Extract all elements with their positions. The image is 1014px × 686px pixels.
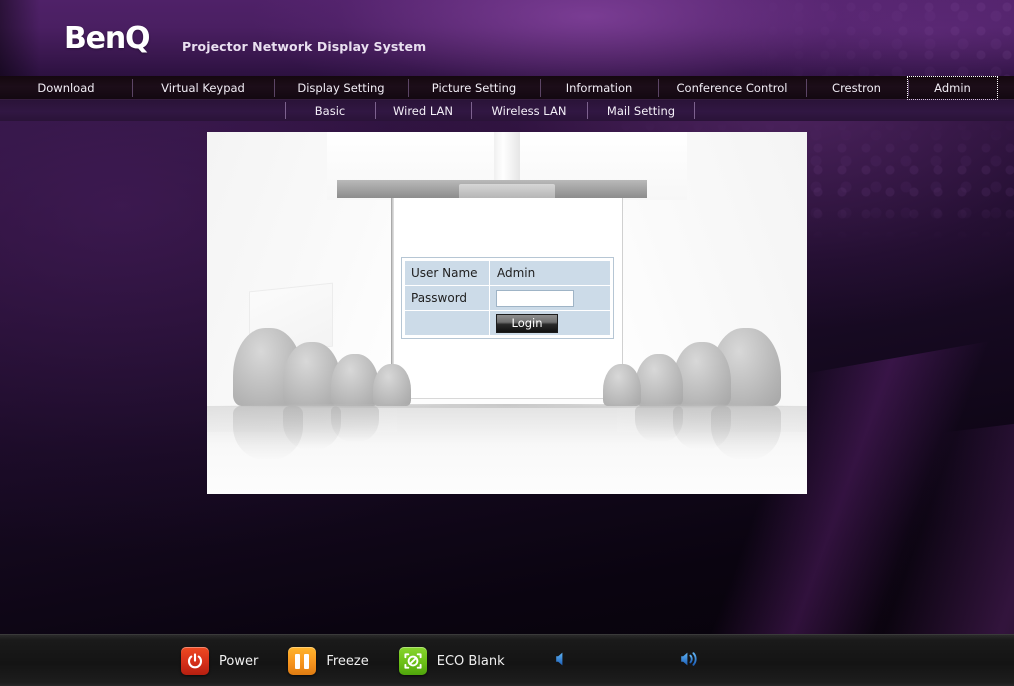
login-button[interactable]: Login — [496, 313, 558, 333]
benq-logo: BenQ — [64, 21, 150, 56]
table-row: Password — [404, 285, 611, 311]
subtab-basic[interactable]: Basic — [285, 100, 375, 121]
tab-admin[interactable]: Admin — [907, 76, 998, 100]
password-input[interactable] — [496, 289, 574, 307]
tab-conference-control[interactable]: Conference Control — [658, 76, 806, 100]
sub-tab-spacer — [0, 100, 285, 121]
eco-blank-icon — [398, 647, 427, 675]
power-button[interactable]: Power — [181, 647, 258, 675]
content-panel: User Name Admin Password Login — [207, 132, 807, 494]
chair — [603, 364, 641, 406]
tab-crestron[interactable]: Crestron — [806, 76, 907, 100]
bottom-control-bar: Power Freeze ECO Blank — [0, 634, 1014, 686]
chair — [373, 364, 411, 406]
chair — [635, 354, 683, 406]
tab-virtual-keypad[interactable]: Virtual Keypad — [132, 76, 274, 100]
volume-up-icon — [678, 649, 706, 674]
freeze-button[interactable]: Freeze — [288, 647, 369, 675]
password-cell — [489, 285, 611, 311]
subtab-mail-setting[interactable]: Mail Setting — [587, 100, 695, 121]
eco-blank-button[interactable]: ECO Blank — [398, 647, 505, 675]
tab-download[interactable]: Download — [0, 76, 132, 100]
main-tab-bar: Download Virtual Keypad Display Setting … — [0, 76, 1014, 100]
table-reflection — [207, 406, 807, 494]
login-button-cell: Login — [489, 310, 611, 336]
banner-left-shade — [0, 0, 40, 76]
freeze-label: Freeze — [326, 653, 369, 669]
table-row: User Name Admin — [404, 260, 611, 286]
subtab-wireless-lan[interactable]: Wireless LAN — [471, 100, 587, 121]
tab-picture-setting[interactable]: Picture Setting — [408, 76, 540, 100]
projector-web-page: BenQ Projector Network Display System Do… — [0, 0, 1014, 686]
power-icon — [181, 647, 209, 675]
sub-tab-bar: Basic Wired LAN Wireless LAN Mail Settin… — [0, 100, 1014, 121]
login-form: User Name Admin Password Login — [401, 257, 614, 339]
chair-reflection — [331, 406, 379, 442]
power-label: Power — [219, 653, 259, 669]
eco-blank-label: ECO Blank — [436, 653, 505, 669]
tab-display-setting[interactable]: Display Setting — [274, 76, 408, 100]
tab-information[interactable]: Information — [540, 76, 658, 100]
pause-icon — [288, 647, 317, 675]
subtab-wired-lan[interactable]: Wired LAN — [375, 100, 471, 121]
empty-cell — [404, 310, 490, 336]
username-value: Admin — [489, 260, 611, 286]
page-title: Projector Network Display System — [182, 39, 427, 54]
banner-pattern — [714, 0, 1014, 76]
volume-up-button[interactable] — [678, 649, 716, 674]
table-row: Login — [404, 310, 611, 336]
volume-down-button[interactable] — [553, 649, 583, 674]
username-label: User Name — [404, 260, 490, 286]
volume-down-icon — [553, 649, 573, 674]
header-banner: BenQ Projector Network Display System — [0, 0, 1014, 76]
login-table: User Name Admin Password Login — [404, 260, 611, 336]
password-label: Password — [404, 285, 490, 311]
chair — [331, 354, 379, 406]
